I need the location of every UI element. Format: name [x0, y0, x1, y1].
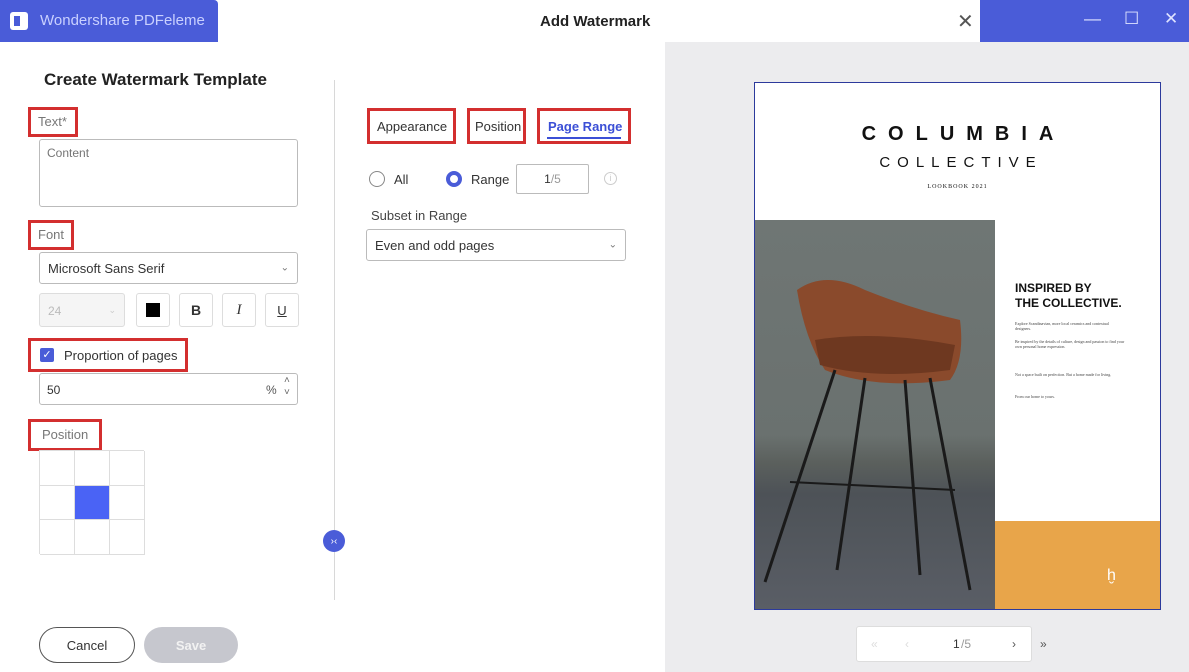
panel-title: Create Watermark Template	[44, 70, 267, 89]
minimize-icon[interactable]: —	[1084, 9, 1101, 29]
brand-subtitle: COLLECTIVE	[879, 154, 1043, 171]
side-headline: INSPIRED BY THE COLLECTIVE.	[1015, 281, 1122, 311]
bold-button[interactable]: B	[179, 293, 213, 327]
side-headline-line1: INSPIRED BY	[1015, 281, 1092, 295]
range-page-total: /5	[550, 172, 561, 186]
subset-select-value: Even and odd pages	[375, 237, 495, 253]
position-cell-top-center[interactable]	[75, 451, 110, 486]
side-headline-line2: THE COLLECTIVE.	[1015, 296, 1122, 310]
chair-logo-icon: ḫ	[1107, 567, 1116, 584]
italic-button[interactable]: I	[222, 293, 256, 327]
proportion-input[interactable]: 50	[39, 373, 298, 405]
maximize-icon[interactable]: ☐	[1124, 9, 1139, 29]
radio-all-label: All	[394, 172, 409, 187]
preview-pager: « ‹ 1 /5 › »	[856, 626, 1047, 662]
info-icon[interactable]: i	[604, 172, 617, 185]
tab-appearance[interactable]: Appearance	[377, 119, 447, 134]
spinner-icon[interactable]: ˄ ˅	[284, 375, 290, 399]
collapse-toggle-icon[interactable]: ›‹	[323, 530, 345, 552]
app-tab[interactable]: Wondershare PDFeleme	[0, 0, 218, 42]
position-cell-top-right[interactable]	[110, 451, 145, 486]
pdfelement-logo-icon	[10, 12, 28, 30]
font-select-value: Microsoft Sans Serif	[48, 260, 165, 276]
side-body-1: Explore Scandinavian, more local ceramic…	[1015, 321, 1109, 331]
proportion-label: Proportion of pages	[64, 348, 178, 363]
percent-sign: %	[266, 383, 277, 397]
chair-illustration	[763, 280, 972, 591]
tab-position[interactable]: Position	[475, 119, 521, 134]
accent-block	[995, 521, 1160, 609]
preview-page: COLUMBIA COLLECTIVE LOOKBOOK 2021 INSPIR…	[754, 82, 1161, 610]
tab-page-range[interactable]: Page Range	[548, 119, 622, 134]
radio-range-label: Range	[471, 172, 510, 187]
save-button[interactable]: Save	[144, 627, 238, 663]
range-page-input[interactable]: 1 /5	[516, 164, 589, 194]
position-cell-bottom-left[interactable]	[40, 520, 75, 555]
font-select[interactable]: Microsoft Sans Serif ⌄	[39, 252, 298, 284]
position-cell-middle-right[interactable]	[110, 485, 145, 521]
chevron-down-icon: ⌄	[608, 239, 617, 251]
position-cell-bottom-right[interactable]	[110, 520, 145, 555]
title-bar: Wondershare PDFeleme Add Watermark ✕ — ☐…	[0, 0, 1189, 42]
prev-page-icon[interactable]: ‹	[905, 637, 909, 651]
font-size-select[interactable]: 24 ⌄	[39, 293, 125, 327]
side-body-4: From our home to yours.	[1015, 394, 1055, 399]
side-body-2: Be inspired by the details of culture, d…	[1015, 339, 1125, 349]
chair-photo	[755, 220, 995, 609]
active-tab-underline	[547, 137, 621, 139]
font-color-button[interactable]	[136, 293, 170, 327]
position-cell-top-left[interactable]	[40, 451, 75, 486]
radio-all[interactable]	[369, 171, 385, 187]
chevron-down-icon: ⌄	[108, 305, 116, 315]
position-cell-bottom-center[interactable]	[75, 520, 110, 555]
radio-range[interactable]	[446, 171, 462, 187]
color-swatch	[146, 303, 160, 317]
subset-label: Subset in Range	[371, 208, 468, 223]
side-body-3: Not a space built on perfection. But a h…	[1015, 372, 1112, 377]
subset-select[interactable]: Even and odd pages ⌄	[366, 229, 626, 261]
watermark-text-input[interactable]	[39, 139, 298, 207]
window-close-icon[interactable]: ✕	[1164, 9, 1178, 29]
font-label: Font	[38, 227, 65, 242]
pager-total: /5	[961, 637, 972, 651]
font-size-value: 24	[48, 304, 62, 318]
proportion-checkbox[interactable]: ✓	[40, 348, 54, 362]
position-grid	[39, 450, 145, 555]
app-name: Wondershare PDFeleme	[40, 12, 205, 29]
window-controls: — ☐ ✕	[980, 0, 1189, 42]
range-page-current: 1	[544, 172, 551, 186]
text-label: Text*	[38, 114, 67, 129]
cancel-button[interactable]: Cancel	[39, 627, 135, 663]
panel-divider	[334, 80, 335, 600]
first-page-icon[interactable]: «	[871, 637, 878, 651]
brand-title: COLUMBIA	[861, 123, 1066, 145]
dialog-close-icon[interactable]: ✕	[957, 9, 974, 34]
position-label: Position	[42, 427, 89, 442]
next-page-icon[interactable]: ›	[1012, 637, 1016, 651]
position-cell-center[interactable]	[75, 485, 110, 521]
pager-current[interactable]: 1	[953, 637, 960, 651]
chevron-down-icon: ⌄	[280, 262, 289, 274]
last-page-icon[interactable]: »	[1040, 637, 1047, 651]
position-cell-middle-left[interactable]	[40, 485, 75, 521]
dialog-title: Add Watermark	[540, 13, 651, 30]
brand-tagline: LOOKBOOK 2021	[927, 184, 988, 190]
underline-button[interactable]: U	[265, 293, 299, 327]
